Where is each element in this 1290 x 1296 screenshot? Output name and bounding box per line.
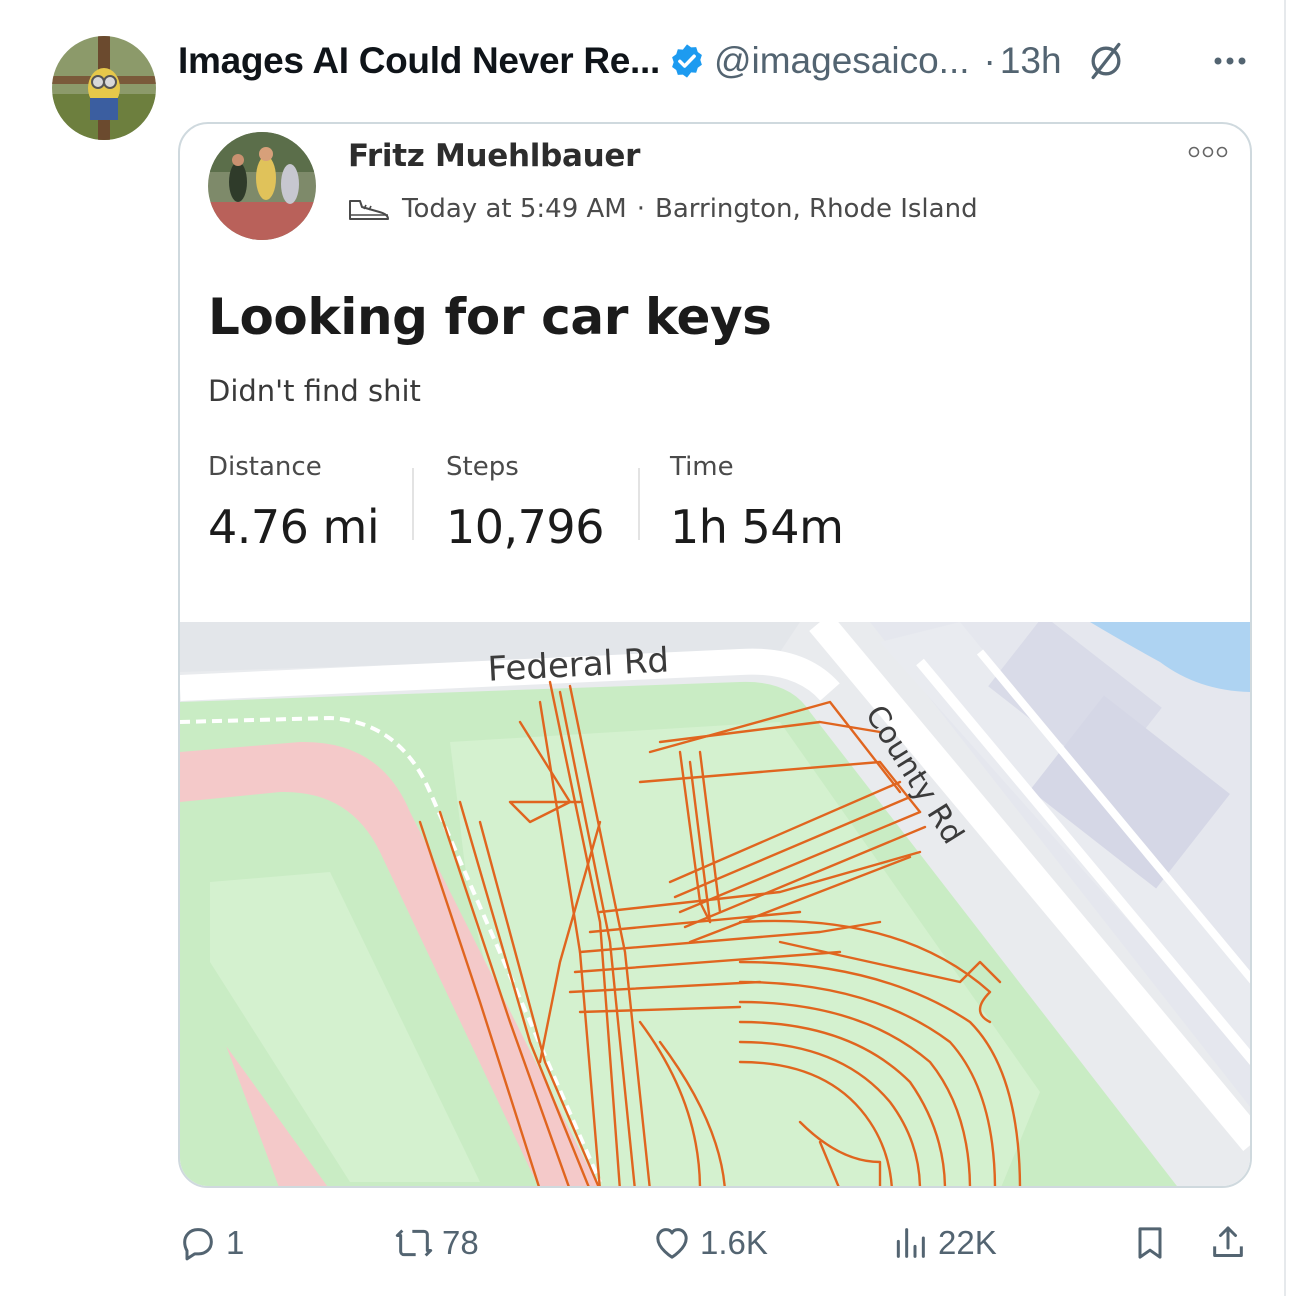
bookmark-icon <box>1138 1227 1162 1259</box>
reply-button[interactable]: 1 <box>178 1218 244 1268</box>
share-icon <box>1213 1226 1243 1257</box>
header-separator: · <box>983 40 996 81</box>
stat-distance: Distance 4.76 mi <box>208 452 380 554</box>
route-map[interactable]: Federal Rd County Rd <box>180 622 1250 1186</box>
tweet-actions: 1 78 1.6K 22K <box>178 1218 1258 1268</box>
stat-label: Distance <box>208 452 322 482</box>
verified-badge-icon <box>668 42 706 80</box>
activity-location: Barrington, Rhode Island <box>655 194 978 224</box>
repost-button[interactable]: 78 <box>394 1218 479 1268</box>
reply-count: 1 <box>226 1224 245 1261</box>
stat-label: Time <box>670 452 734 482</box>
author-handle[interactable]: @imagesaico... <box>714 40 970 82</box>
like-count: 1.6K <box>700 1224 768 1261</box>
card-menu-icon[interactable] <box>1186 144 1230 160</box>
activity-title[interactable]: Looking for car keys <box>208 288 772 346</box>
views-button[interactable]: 22K <box>890 1218 997 1268</box>
stat-divider <box>638 468 640 540</box>
views-count: 22K <box>938 1224 997 1261</box>
like-icon <box>656 1228 688 1259</box>
repost-icon <box>395 1229 433 1257</box>
activity-card[interactable]: Fritz Muehlbauer Today at 5:49 AM · Barr… <box>178 122 1252 1188</box>
activity-timestamp: Today at 5:49 AM <box>402 194 627 224</box>
tweet-header: Images AI Could Never Re... @imagesaico.… <box>178 36 1128 86</box>
more-options-icon[interactable] <box>1210 48 1250 74</box>
repost-count: 78 <box>442 1224 479 1261</box>
post-time[interactable]: 13h <box>1000 40 1062 82</box>
activity-description: Didn't find shit <box>208 374 421 408</box>
views-icon <box>896 1228 925 1258</box>
meta-separator: · <box>636 194 645 224</box>
stat-divider <box>412 468 414 540</box>
tweet[interactable]: Images AI Could Never Re... @imagesaico.… <box>0 0 1290 1296</box>
author-avatar[interactable] <box>52 36 156 140</box>
column-divider <box>1284 0 1286 1296</box>
activity-meta: Today at 5:49 AM · Barrington, Rhode Isl… <box>346 194 978 224</box>
grok-icon[interactable] <box>1084 39 1128 83</box>
stat-value: 10,796 <box>446 500 604 554</box>
athlete-name[interactable]: Fritz Muehlbauer <box>348 138 640 174</box>
like-button[interactable]: 1.6K <box>652 1218 768 1268</box>
stat-time: Time 1h 54m <box>670 452 844 554</box>
reply-icon <box>183 1228 213 1261</box>
stat-value: 1h 54m <box>670 500 844 554</box>
athlete-avatar[interactable] <box>208 132 316 240</box>
stat-label: Steps <box>446 452 519 482</box>
shoe-icon <box>346 195 392 223</box>
stat-steps: Steps 10,796 <box>446 452 604 554</box>
share-button[interactable] <box>1208 1218 1248 1268</box>
stat-value: 4.76 mi <box>208 500 380 554</box>
bookmark-button[interactable] <box>1130 1218 1170 1268</box>
author-display-name[interactable]: Images AI Could Never Re... <box>178 40 660 82</box>
